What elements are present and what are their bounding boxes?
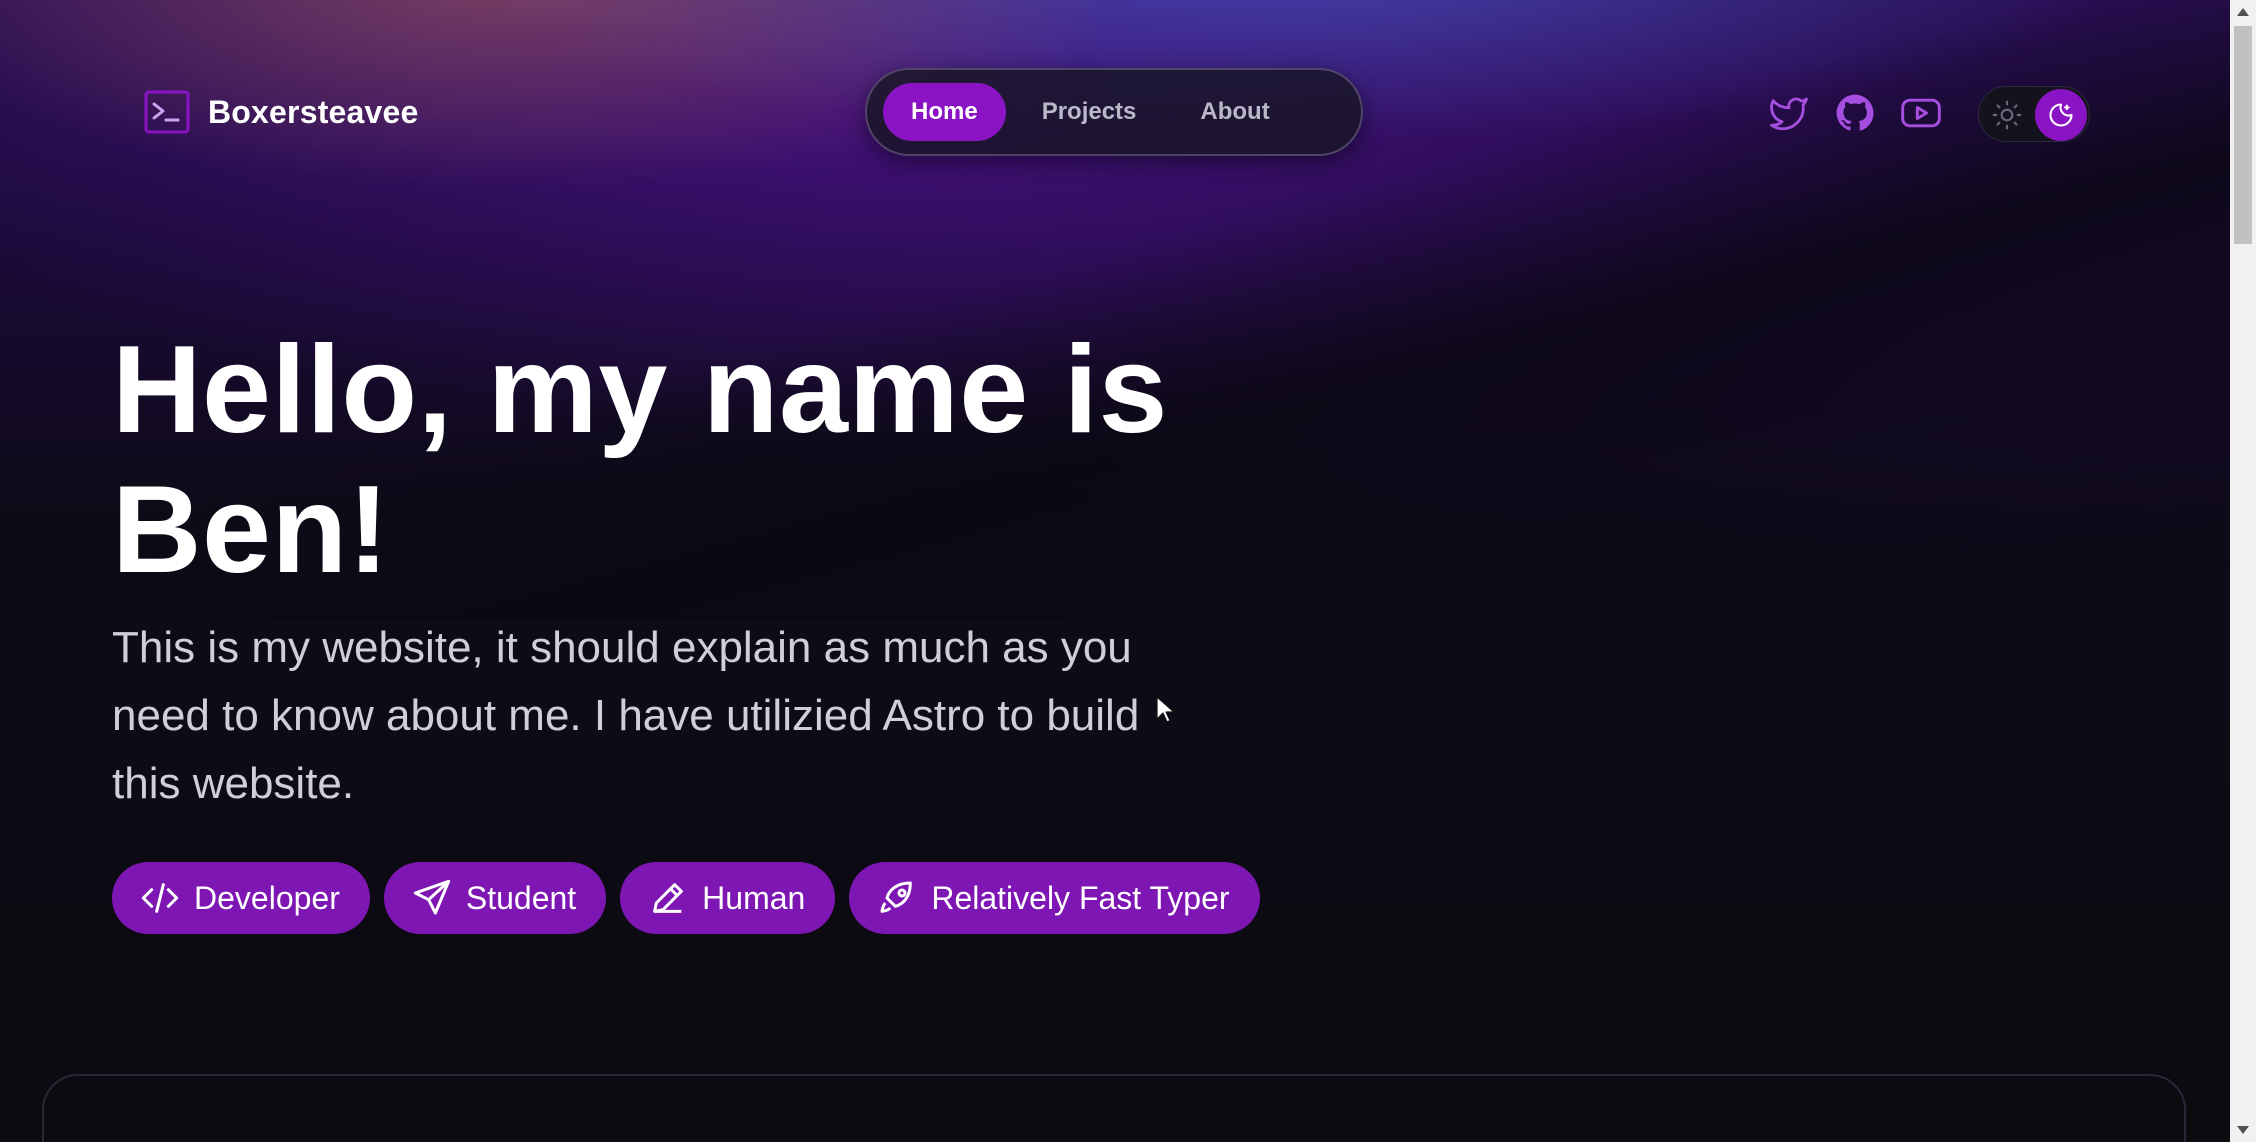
- pencil-icon: [653, 883, 684, 913]
- twitter-icon: [1770, 97, 1808, 131]
- github-icon: [1836, 94, 1874, 131]
- tag-list: Developer Student Human Relatively Fast …: [112, 862, 1260, 934]
- tag-label: Human: [702, 879, 806, 916]
- page: Boxersteavee Home Projects About Hello, …: [0, 0, 2256, 1142]
- social-links: [1766, 90, 1944, 136]
- tag-label: Relatively Fast Typer: [931, 879, 1230, 916]
- terminal-icon: [144, 90, 190, 134]
- hero-description: This is my website, it should explain as…: [112, 623, 1140, 808]
- tag-typer: Relatively Fast Typer: [849, 862, 1260, 934]
- youtube-icon: [1901, 98, 1941, 128]
- hero-title: Hello, my name is Ben!: [112, 320, 1312, 600]
- tag-label: Developer: [194, 879, 340, 916]
- theme-toggle-knob: [2035, 89, 2087, 141]
- rocket-icon: [880, 881, 913, 913]
- theme-toggle[interactable]: [1978, 86, 2090, 142]
- scroll-down-arrow-icon[interactable]: [2237, 1126, 2249, 1134]
- send-icon: [413, 879, 451, 915]
- nav-about[interactable]: About: [1172, 83, 1297, 141]
- brand-link[interactable]: Boxersteavee: [144, 90, 419, 134]
- page-scrollbar[interactable]: [2230, 0, 2256, 1142]
- nav-home[interactable]: Home: [883, 83, 1006, 141]
- twitter-link[interactable]: [1766, 90, 1812, 136]
- main-nav: Home Projects About: [865, 68, 1363, 156]
- tag-human: Human: [620, 862, 836, 934]
- scroll-up-arrow-icon[interactable]: [2237, 8, 2249, 16]
- hero-title-line2: Ben!: [112, 461, 390, 599]
- brand-name: Boxersteavee: [208, 93, 419, 130]
- scrollbar-thumb[interactable]: [2234, 26, 2252, 244]
- tag-label: Student: [465, 879, 577, 916]
- moon-icon: [2049, 103, 2073, 127]
- content-card: [42, 1074, 2186, 1142]
- tag-student: Student: [383, 862, 607, 934]
- code-icon: [141, 883, 179, 913]
- tag-developer: Developer: [112, 862, 370, 934]
- sun-icon: [1992, 100, 2022, 130]
- nav-projects[interactable]: Projects: [1014, 83, 1165, 141]
- github-link[interactable]: [1832, 90, 1878, 136]
- youtube-link[interactable]: [1898, 90, 1944, 136]
- hero-title-line1: Hello, my name is: [112, 321, 1169, 459]
- mouse-cursor-icon: [1156, 696, 1175, 723]
